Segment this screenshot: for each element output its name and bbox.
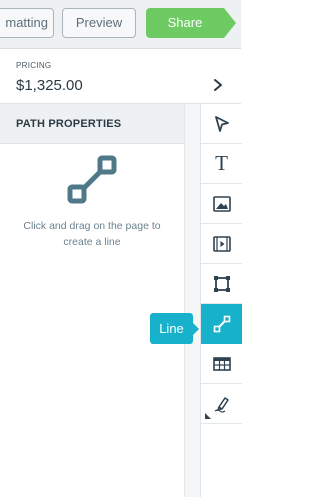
shape-square-icon — [213, 275, 230, 292]
select-tool-button[interactable] — [201, 104, 242, 144]
shape-tool-button[interactable] — [201, 264, 242, 304]
preview-button[interactable]: Preview — [62, 8, 136, 38]
formatting-button[interactable]: matting — [0, 8, 54, 38]
panel-scrollbar[interactable] — [184, 104, 200, 497]
path-hint-text: Click and drag on the page to create a l… — [23, 220, 161, 248]
line-tool-icon — [67, 155, 117, 204]
line-tooltip: Line — [150, 313, 199, 344]
share-button[interactable]: Share — [146, 8, 236, 38]
video-icon — [212, 235, 231, 252]
image-tool-button[interactable] — [201, 184, 242, 224]
signature-tool-button[interactable] — [201, 384, 242, 424]
text-tool-button[interactable]: T — [201, 144, 242, 184]
path-properties-title: PATH PROPERTIES — [16, 118, 122, 130]
pricing-row[interactable]: PRICING $1,325.00 — [0, 49, 241, 104]
image-icon — [212, 195, 231, 212]
video-tool-button[interactable] — [201, 224, 242, 264]
signature-pen-icon — [214, 396, 229, 413]
pricing-label: PRICING — [16, 61, 52, 70]
table-tool-button[interactable] — [201, 344, 242, 384]
path-properties-header: PATH PROPERTIES — [0, 104, 184, 144]
table-icon — [212, 356, 231, 371]
tool-rail: T — [200, 104, 242, 497]
cursor-arrow-icon — [214, 115, 229, 132]
submenu-corner-icon — [205, 413, 211, 419]
text-icon: T — [215, 151, 228, 175]
line-tool-button[interactable] — [201, 304, 242, 344]
line-icon — [213, 315, 230, 332]
top-toolbar: matting Preview Share — [0, 0, 241, 49]
chevron-right-icon[interactable] — [211, 78, 225, 92]
pricing-value: $1,325.00 — [16, 77, 83, 94]
